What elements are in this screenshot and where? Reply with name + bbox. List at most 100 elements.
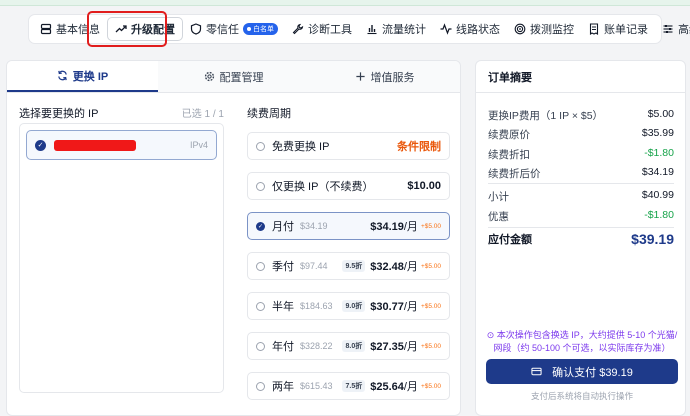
nav-label: 诊断工具 (308, 24, 352, 36)
summary-row: 优惠 -$1.80 (488, 209, 674, 224)
summary-label: 优惠 (488, 211, 509, 223)
nav-item-traffic[interactable]: 流量统计 (359, 17, 433, 41)
summary-row: 续费折扣 -$1.80 (488, 147, 674, 162)
tab-change-ip[interactable]: 更换 IP (7, 61, 158, 92)
plan-option-ip-only[interactable]: 仅更换 IP（不续费） $10.00 (247, 172, 450, 200)
ip-select-section: 选择要更换的 IP 已选 1 / 1 ✓ IPv4 (19, 105, 224, 393)
price-unit: /月 (403, 381, 418, 393)
price-value: $34.19 (370, 221, 404, 233)
plan-price: $10.00 (407, 180, 441, 192)
plan-original-price: $328.22 (300, 341, 333, 351)
radio-button[interactable] (256, 181, 265, 191)
radio-button[interactable] (256, 141, 265, 151)
summary-value: $35.99 (641, 127, 674, 139)
nav-item-advanced[interactable]: 高级设置 (655, 17, 690, 41)
plan-option-free[interactable]: 免费更换 IP 条件限制 (247, 132, 450, 160)
summary-value: $40.99 (641, 189, 674, 201)
summary-value: $5.00 (647, 108, 674, 120)
plan-price: $25.64/月 (370, 378, 418, 394)
main-panel: 更换 IP 配置管理 增值服务 选择要更换的 IP 已选 1 / 1 ✓ IPv… (6, 60, 461, 416)
ip-list: ✓ IPv4 (19, 123, 224, 393)
ip-select-header: 选择要更换的 IP 已选 1 / 1 (19, 105, 224, 121)
plan-original-price: $184.63 (300, 301, 333, 311)
top-banner-strip (0, 0, 690, 6)
plan-option-half-year[interactable]: 半年 $184.63 9.0折 $30.77/月 +$5.00 (247, 292, 450, 320)
radio-button[interactable] (256, 261, 265, 271)
summary-label: 小计 (488, 191, 509, 203)
plan-extra-fee: +$5.00 (420, 342, 441, 350)
plan-name: 季付 (272, 261, 294, 273)
summary-value: -$1.80 (644, 147, 674, 159)
price-unit: /月 (403, 261, 418, 273)
sliders-icon (663, 25, 673, 33)
plan-price-group: 7.5折 $25.64/月 +$5.00 (342, 378, 441, 394)
shield-icon (190, 23, 202, 35)
annotation-highlight-box (87, 11, 167, 47)
plan-price: $30.77/月 (370, 298, 418, 314)
refresh-icon (58, 70, 67, 81)
discount-badge: 9.5折 (342, 260, 366, 272)
nav-item-line-status[interactable]: 线路状态 (433, 17, 507, 41)
plan-price-group: 9.0折 $30.77/月 +$5.00 (342, 298, 441, 314)
bar-chart-icon (367, 25, 377, 35)
summary-value: $34.19 (641, 166, 674, 178)
plan-price-group: 8.0折 $27.35/月 +$5.00 (342, 338, 441, 354)
plan-price: $34.19/月 (370, 218, 418, 234)
tab-config-manage[interactable]: 配置管理 (158, 61, 309, 92)
price-value: $32.48 (370, 261, 404, 273)
plan-name: 半年 (272, 301, 294, 313)
price-value: $27.35 (370, 341, 404, 353)
plan-option-two-years[interactable]: 两年 $615.43 7.5折 $25.64/月 +$5.00 (247, 372, 450, 400)
activity-icon (440, 23, 452, 35)
tab-value-added[interactable]: 增值服务 (309, 61, 460, 92)
nav-label: 高级设置 (678, 24, 690, 36)
plan-extra-fee: +$5.00 (420, 302, 441, 310)
order-summary-title: 订单摘要 (476, 61, 685, 93)
plan-option-monthly[interactable]: ✓ 月付 $34.19 $34.19/月 +$5.00 (247, 212, 450, 240)
nav-item-zero-trust[interactable]: 零信任 白名单 (183, 17, 285, 41)
summary-divider (488, 227, 674, 228)
radio-button[interactable] (256, 341, 265, 351)
ip-list-item[interactable]: ✓ IPv4 (26, 130, 217, 160)
total-row: 应付金额 $39.19 (488, 231, 674, 247)
ip-selected-count: 已选 1 / 1 (181, 109, 224, 120)
discount-badge: 8.0折 (342, 340, 366, 352)
ip-select-title: 选择要更换的 IP (19, 108, 99, 120)
plan-price: $32.48/月 (370, 258, 418, 274)
discount-badge: 7.5折 (342, 380, 366, 392)
tab-label: 配置管理 (219, 71, 264, 84)
summary-divider (488, 183, 674, 184)
nav-item-diagnostics[interactable]: 诊断工具 (285, 17, 359, 41)
plan-original-price: $34.19 (300, 221, 328, 231)
confirm-pay-button[interactable]: 确认支付 $39.19 (486, 359, 678, 384)
info-icon: ⊙ (486, 330, 497, 340)
plan-option-yearly[interactable]: 年付 $328.22 8.0折 $27.35/月 +$5.00 (247, 332, 450, 360)
summary-row: 续费原价 $35.99 (488, 127, 674, 142)
confirm-pay-label: 确认支付 $39.19 (552, 366, 633, 379)
plan-price: $27.35/月 (370, 338, 418, 354)
tab-label: 更换 IP (72, 70, 109, 83)
tab-label: 增值服务 (370, 71, 415, 84)
plan-name: 年付 (272, 341, 294, 353)
plus-icon (355, 72, 365, 81)
nav-item-probe-monitor[interactable]: 拨测监控 (507, 17, 581, 41)
credit-card-icon (531, 367, 542, 376)
nav-item-billing[interactable]: 账单记录 (581, 17, 655, 41)
summary-label: 续费折扣 (488, 149, 530, 161)
gear-icon (204, 71, 214, 82)
radio-button[interactable] (256, 381, 265, 391)
redacted-ip-address (54, 139, 136, 151)
plan-price-group: 9.5折 $32.48/月 +$5.00 (342, 258, 441, 274)
plan-option-quarterly[interactable]: 季付 $97.44 9.5折 $32.48/月 +$5.00 (247, 252, 450, 280)
radio-button[interactable] (256, 301, 265, 311)
nav-label: 零信任 (206, 24, 239, 36)
discount-badge: 9.0折 (342, 300, 366, 312)
plan-name: 两年 (272, 381, 294, 393)
whitelist-badge: 白名单 (243, 23, 278, 35)
summary-row: 续费折后价 $34.19 (488, 166, 674, 181)
check-icon[interactable]: ✓ (256, 221, 265, 231)
price-unit: /月 (403, 301, 418, 313)
plan-price-group: $10.00 (407, 180, 441, 192)
nav-label: 账单记录 (604, 24, 648, 36)
ip-version-tag: IPv4 (189, 140, 208, 150)
